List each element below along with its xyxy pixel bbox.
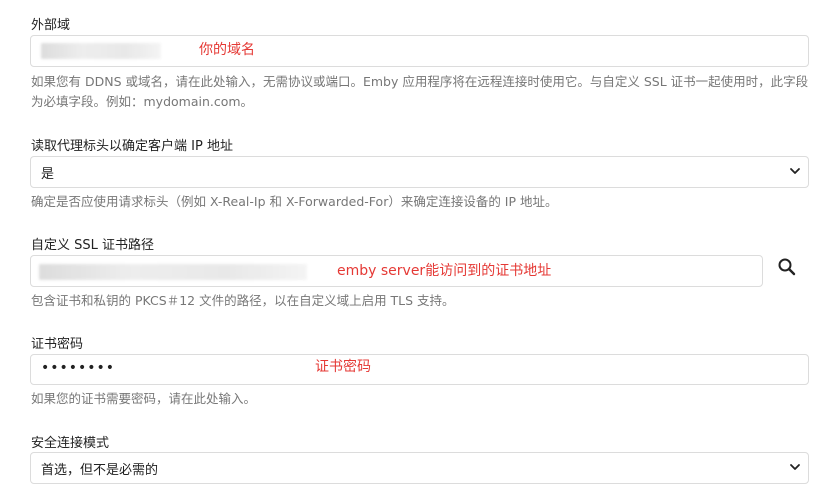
external-domain-annotation: 你的域名 [199, 42, 255, 58]
external-domain-label: 外部域 [31, 18, 71, 33]
proxy-header-label: 读取代理标头以确定客户端 IP 地址 [31, 139, 233, 154]
secure-mode-select[interactable]: 首选，但不是必需的 [30, 452, 809, 484]
cert-password-value: •••••••• [41, 360, 116, 376]
search-icon[interactable] [776, 256, 798, 278]
proxy-header-help: 确定是否应使用请求标头（例如 X-Real-Ip 和 X-Forwarded-F… [31, 194, 558, 209]
ssl-cert-path-annotation: emby server能访问到的证书地址 [337, 263, 552, 279]
external-domain-input[interactable] [30, 35, 809, 67]
secure-mode-selected: 首选，但不是必需的 [41, 463, 159, 478]
redacted-value [41, 43, 161, 59]
ssl-cert-path-help: 包含证书和私钥的 PKCS＃12 文件的路径，以在自定义域上启用 TLS 支持。 [31, 293, 455, 308]
cert-password-label: 证书密码 [31, 337, 84, 352]
redacted-value [39, 264, 307, 280]
secure-mode-label: 安全连接模式 [31, 436, 110, 451]
cert-password-input[interactable]: •••••••• [30, 354, 809, 385]
cert-password-help: 如果您的证书需要密码，请在此处输入。 [31, 391, 257, 406]
chevron-down-icon [790, 464, 800, 470]
ssl-cert-path-label: 自定义 SSL 证书路径 [31, 238, 155, 253]
cert-password-annotation: 证书密码 [315, 359, 371, 375]
proxy-header-select[interactable]: 是 [30, 156, 809, 188]
chevron-down-icon [790, 168, 800, 174]
proxy-header-selected: 是 [41, 167, 55, 182]
external-domain-help: 如果您有 DDNS 或域名，请在此处输入，无需协议或端口。Emby 应用程序将在… [31, 74, 809, 109]
